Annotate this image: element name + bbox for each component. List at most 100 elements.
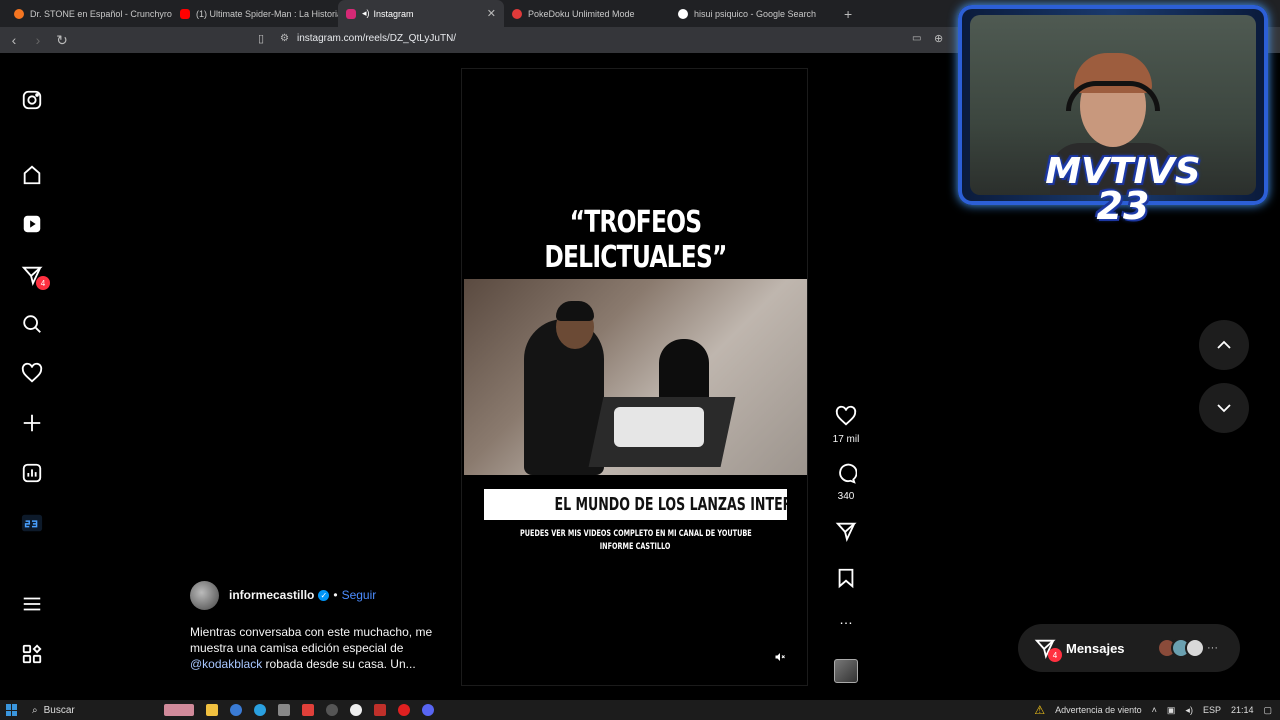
- verified-badge-icon: ✓: [318, 589, 330, 601]
- obs-icon[interactable]: [350, 704, 362, 716]
- system-tray: ⚠ Advertencia de viento ˄ ▣ ◂) ESP 21:14…: [1034, 703, 1272, 717]
- tab-label: PokeDoku Unlimited Mode: [528, 8, 635, 19]
- language-indicator[interactable]: ESP: [1203, 705, 1221, 715]
- comment-count: 340: [837, 491, 855, 502]
- follow-button[interactable]: Seguir: [342, 588, 377, 602]
- notifications-icon[interactable]: ▢: [1263, 705, 1272, 716]
- share-paper-plane-icon: [835, 522, 857, 542]
- cast-icon[interactable]: ▭: [912, 33, 921, 44]
- zoom-icon[interactable]: ⊕: [934, 32, 943, 45]
- speaker-muted-icon[interactable]: [774, 651, 786, 666]
- google-favicon-icon: [678, 8, 688, 19]
- reel-subtitle-line2: INFORME CASTILLO: [462, 542, 807, 552]
- tray-expand-icon[interactable]: ˄: [1152, 705, 1157, 715]
- messages-paper-plane-icon: 4: [1034, 637, 1062, 662]
- subtitle-text: INFORME CASTILLO: [600, 542, 671, 552]
- dashboard-icon[interactable]: [20, 461, 44, 485]
- share-button[interactable]: [826, 520, 866, 547]
- clock[interactable]: 21:14: [1231, 705, 1254, 715]
- browser-icon[interactable]: [254, 704, 266, 716]
- volume-icon[interactable]: ◂): [1185, 705, 1193, 716]
- reel-video[interactable]: “TROFEOS DELICTUALES” EL MUNDO DE LOS LA…: [461, 68, 808, 686]
- weather-warning-icon[interactable]: ⚠: [1034, 703, 1045, 717]
- url-text: instagram.com/reels/DZ_QtLyJuTN/: [296, 33, 457, 44]
- reels-icon[interactable]: [20, 212, 44, 236]
- like-button[interactable]: 17 mil: [826, 405, 866, 445]
- tab-label: Instagram: [373, 8, 414, 19]
- profile-avatar-icon[interactable]: [20, 511, 44, 535]
- person-hair: [556, 301, 594, 321]
- bookmark-icon[interactable]: ▯: [258, 32, 264, 45]
- taskbar-search[interactable]: ⌕ Buscar: [32, 705, 152, 716]
- more-contacts-icon: ···: [1207, 642, 1218, 654]
- opera-icon[interactable]: [398, 704, 410, 716]
- reel-author: informecastillo ✓ • Seguir: [190, 580, 450, 610]
- edge-icon[interactable]: [230, 704, 242, 716]
- windows-start-icon[interactable]: [6, 704, 18, 716]
- app-icon[interactable]: [374, 704, 386, 716]
- tab-youtube[interactable]: (1) Ultimate Spider-Man : La Historia: [172, 0, 338, 27]
- url-field[interactable]: ⚙ instagram.com/reels/DZ_QtLyJuTN/: [280, 33, 456, 44]
- messages-avatars: ···: [1157, 638, 1218, 658]
- tab-label: Dr. STONE en Español - Crunchyroll: [30, 8, 172, 19]
- bookmark-save-icon: [838, 568, 854, 589]
- reel-description[interactable]: Mientras conversaba con este muchacho, m…: [190, 624, 440, 672]
- reload-icon[interactable]: ↻: [52, 32, 72, 49]
- windows-taskbar: ⌕ Buscar ⚠ Advertencia de viento ˄ ▣ ◂) …: [0, 700, 1280, 720]
- reel-photo: [464, 279, 807, 475]
- comment-icon: [839, 463, 858, 484]
- description-text: Mientras conversaba con este muchacho, m…: [190, 625, 433, 655]
- network-icon[interactable]: ▣: [1167, 705, 1176, 716]
- forward-icon[interactable]: ›: [28, 32, 48, 48]
- more-apps-icon[interactable]: [20, 642, 44, 666]
- instagram-logo-icon[interactable]: [20, 88, 44, 112]
- search-icon[interactable]: [20, 312, 44, 336]
- previous-reel-button[interactable]: [1199, 320, 1249, 370]
- more-options-button[interactable]: …: [826, 611, 866, 627]
- tab-google-search[interactable]: hisui psiquico - Google Search: [670, 0, 836, 27]
- messages-label: Mensajes: [1066, 640, 1125, 656]
- mention-link[interactable]: @kodakblack: [190, 657, 262, 671]
- crunchyroll-favicon-icon: [14, 8, 24, 19]
- brave-icon[interactable]: [302, 704, 314, 716]
- widgets-icon[interactable]: [164, 704, 194, 716]
- tab-crunchyroll[interactable]: Dr. STONE en Español - Crunchyroll: [6, 0, 172, 27]
- instagram-sidebar: 4: [0, 53, 64, 700]
- reel-subtitle-line1: PUEDES VER MIS VIDEOS COMPLETO EN MI CAN…: [462, 529, 807, 539]
- notifications-heart-icon[interactable]: [20, 361, 44, 385]
- comment-button[interactable]: 340: [826, 462, 866, 502]
- next-reel-button[interactable]: [1199, 383, 1249, 433]
- instagram-favicon-icon: [346, 8, 356, 19]
- caption-text: EL MUNDO DE LOS LANZAS INTERNACIONALES: [554, 494, 787, 515]
- site-info-icon[interactable]: ⚙: [280, 33, 289, 44]
- message-count-badge: 4: [36, 276, 50, 290]
- author-avatar[interactable]: [190, 580, 219, 610]
- shirt-shape: [614, 407, 704, 447]
- store-icon[interactable]: [278, 704, 290, 716]
- youtube-favicon-icon: [180, 8, 190, 19]
- file-explorer-icon[interactable]: [206, 704, 218, 716]
- like-heart-icon: [835, 405, 857, 426]
- direct-messages-icon[interactable]: 4: [20, 263, 50, 290]
- discord-icon[interactable]: [422, 704, 434, 716]
- audio-thumbnail[interactable]: [834, 659, 858, 683]
- back-icon[interactable]: ‹: [4, 32, 24, 48]
- create-plus-icon[interactable]: [20, 411, 44, 435]
- messages-count-badge: 4: [1048, 648, 1062, 662]
- app-icon[interactable]: [326, 704, 338, 716]
- save-button[interactable]: [826, 567, 866, 594]
- tab-pokedoku[interactable]: PokeDoku Unlimited Mode: [504, 0, 670, 27]
- new-tab-button[interactable]: +: [844, 6, 852, 22]
- home-icon[interactable]: [20, 163, 44, 187]
- streamer-webcam-overlay: MVTIVS 23: [958, 5, 1268, 233]
- menu-icon[interactable]: [20, 592, 44, 616]
- headset-icon: [1066, 81, 1160, 111]
- author-username[interactable]: informecastillo: [229, 588, 314, 602]
- close-tab-icon[interactable]: ✕: [487, 7, 496, 20]
- description-text: robada desde su casa. Un...: [262, 657, 416, 671]
- messages-button[interactable]: 4 Mensajes ···: [1018, 624, 1240, 672]
- search-label: Buscar: [43, 704, 75, 716]
- reel-caption-box: EL MUNDO DE LOS LANZAS INTERNACIONALES: [484, 489, 787, 520]
- weather-text[interactable]: Advertencia de viento: [1055, 705, 1142, 715]
- tab-instagram[interactable]: ◂) Instagram ✕: [338, 0, 504, 27]
